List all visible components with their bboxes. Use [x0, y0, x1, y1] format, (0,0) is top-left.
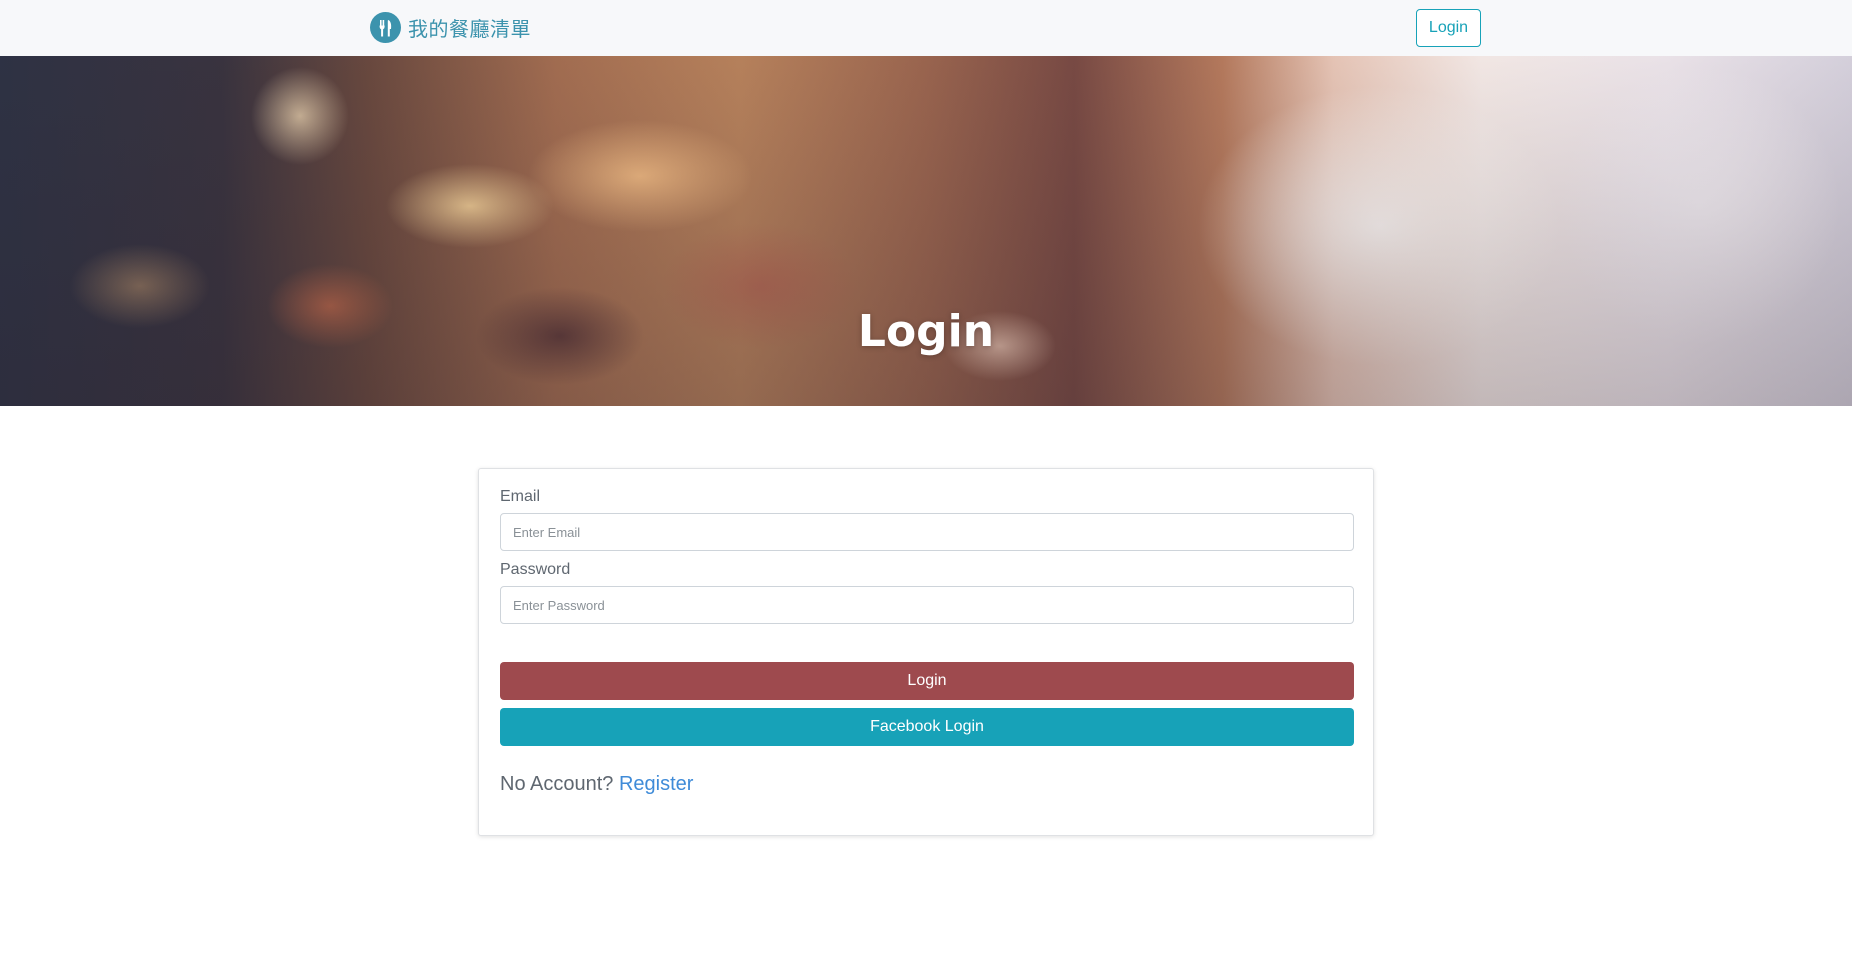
login-submit-button[interactable]: Login: [500, 662, 1354, 700]
navbar: 我的餐廳清單 Login: [0, 0, 1852, 56]
password-label: Password: [500, 561, 571, 578]
hero-banner: Login: [0, 56, 1852, 406]
register-link[interactable]: Register: [619, 773, 693, 795]
register-prompt: No Account? Register: [500, 773, 693, 796]
email-label: Email: [500, 488, 541, 505]
password-input[interactable]: [500, 586, 1354, 624]
brand-name: 我的餐廳清單: [408, 17, 531, 41]
facebook-login-button[interactable]: Facebook Login: [500, 708, 1354, 746]
brand-link[interactable]: 我的餐廳清單: [370, 12, 531, 43]
fork-knife-icon: [370, 12, 401, 43]
no-account-text: No Account?: [500, 773, 614, 795]
email-input[interactable]: [500, 513, 1354, 551]
page-title: Login: [857, 306, 995, 357]
nav-login-button[interactable]: Login: [1416, 9, 1481, 47]
login-card: Email Password Login Facebook Login No A…: [478, 468, 1374, 836]
